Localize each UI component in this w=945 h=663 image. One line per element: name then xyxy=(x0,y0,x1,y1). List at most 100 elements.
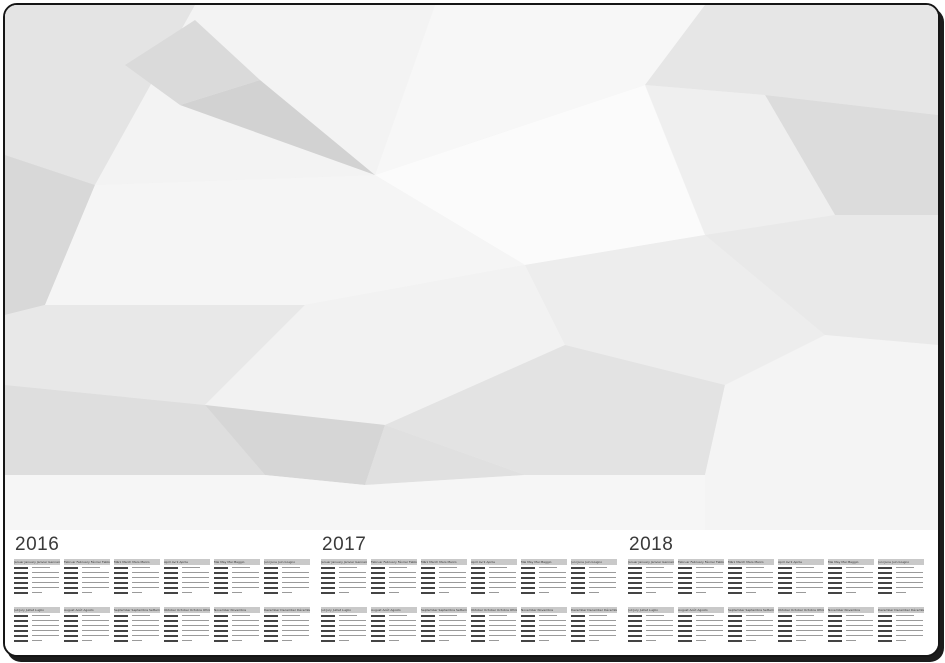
day-numbers-row xyxy=(339,615,357,617)
day-numbers-row xyxy=(232,625,259,627)
week-row-marker xyxy=(371,572,385,574)
month-calendar: September Septembre Settembre xyxy=(114,607,160,646)
day-numbers-row xyxy=(846,592,856,594)
day-numbers-row xyxy=(589,567,607,569)
day-grid xyxy=(678,615,724,645)
day-numbers-row xyxy=(589,577,616,579)
week-row-marker xyxy=(778,587,792,589)
day-numbers-row xyxy=(746,615,764,617)
day-grid xyxy=(114,615,160,645)
day-numbers-row xyxy=(489,577,516,579)
week-row-marker xyxy=(728,625,742,627)
week-row-marker xyxy=(164,620,178,622)
day-numbers-row xyxy=(539,587,566,589)
month-name: Mai May Mai Maggio xyxy=(214,559,260,565)
day-numbers-row xyxy=(282,625,309,627)
week-row-marker xyxy=(421,582,435,584)
week-row-marker xyxy=(14,577,28,579)
day-numbers-row xyxy=(132,587,159,589)
week-row-marker xyxy=(728,587,742,589)
day-numbers-row xyxy=(32,577,59,579)
day-numbers-row xyxy=(132,592,142,594)
day-grid xyxy=(878,615,924,645)
week-row-marker xyxy=(878,625,892,627)
month-name: November Novembre xyxy=(521,607,567,613)
day-grid xyxy=(628,615,674,645)
week-row-marker xyxy=(264,640,278,642)
day-numbers-row xyxy=(796,640,806,642)
week-row-marker xyxy=(728,567,742,569)
week-row-marker xyxy=(878,582,892,584)
week-row-marker xyxy=(321,577,335,579)
day-grid xyxy=(371,615,417,645)
desk-pad: sigel 2016 Januar January Janvier Gennai… xyxy=(3,3,940,657)
year-block-2017: 2017 Januar January Janvier Gennaio Febru… xyxy=(314,530,620,655)
day-numbers-row xyxy=(339,635,366,637)
week-row-marker xyxy=(778,625,792,627)
week-row-marker xyxy=(628,625,642,627)
day-numbers-row xyxy=(696,625,723,627)
week-row-marker xyxy=(64,620,78,622)
day-numbers-row xyxy=(589,630,616,632)
month-name: Februar February Février Febbraio xyxy=(678,559,724,565)
week-row-marker xyxy=(264,615,278,617)
week-row-marker xyxy=(321,572,335,574)
week-row-marker xyxy=(778,620,792,622)
week-row-marker xyxy=(571,572,585,574)
week-row-marker xyxy=(14,587,28,589)
day-grid xyxy=(14,567,60,597)
day-numbers-row xyxy=(32,572,59,574)
day-numbers-row xyxy=(796,582,823,584)
week-row-marker xyxy=(471,582,485,584)
week-row-marker xyxy=(14,625,28,627)
day-numbers-row xyxy=(896,620,923,622)
day-numbers-row xyxy=(589,640,599,642)
day-numbers-row xyxy=(746,577,773,579)
week-row-marker xyxy=(778,582,792,584)
week-row-marker xyxy=(214,630,228,632)
day-numbers-row xyxy=(182,572,209,574)
day-numbers-row xyxy=(489,615,507,617)
week-row-marker xyxy=(64,625,78,627)
week-row-marker xyxy=(571,625,585,627)
day-numbers-row xyxy=(846,577,873,579)
day-numbers-row xyxy=(82,635,109,637)
month-name: Januar January Janvier Gennaio xyxy=(14,559,60,565)
week-row-marker xyxy=(321,635,335,637)
week-row-marker xyxy=(778,640,792,642)
day-grid xyxy=(214,615,260,645)
week-row-marker xyxy=(421,615,435,617)
week-row-marker xyxy=(778,592,792,594)
day-numbers-row xyxy=(339,582,366,584)
day-numbers-row xyxy=(132,582,159,584)
polygon-wall-photo xyxy=(5,5,938,530)
day-numbers-row xyxy=(182,635,209,637)
week-row-marker xyxy=(728,577,742,579)
day-numbers-row xyxy=(439,615,457,617)
day-numbers-row xyxy=(846,615,864,617)
day-numbers-row xyxy=(589,572,616,574)
month-calendar: März March Mars Marzo xyxy=(114,559,160,598)
month-calendar: Mai May Mai Maggio xyxy=(214,559,260,598)
week-row-marker xyxy=(64,567,78,569)
week-row-marker xyxy=(114,587,128,589)
day-numbers-row xyxy=(746,592,756,594)
day-numbers-row xyxy=(746,582,773,584)
day-numbers-row xyxy=(696,577,723,579)
year-label: 2016 xyxy=(15,534,60,555)
day-numbers-row xyxy=(746,567,764,569)
day-numbers-row xyxy=(746,635,773,637)
day-numbers-row xyxy=(182,620,209,622)
day-numbers-row xyxy=(339,587,366,589)
week-row-marker xyxy=(521,615,535,617)
week-row-marker xyxy=(321,582,335,584)
day-numbers-row xyxy=(696,587,723,589)
week-row-marker xyxy=(778,630,792,632)
day-numbers-row xyxy=(439,640,449,642)
day-numbers-row xyxy=(439,630,466,632)
week-row-marker xyxy=(14,572,28,574)
week-row-marker xyxy=(114,567,128,569)
day-numbers-row xyxy=(696,635,723,637)
month-name: April Avril Aprile xyxy=(164,559,210,565)
month-calendar: April Avril Aprile xyxy=(471,559,517,598)
